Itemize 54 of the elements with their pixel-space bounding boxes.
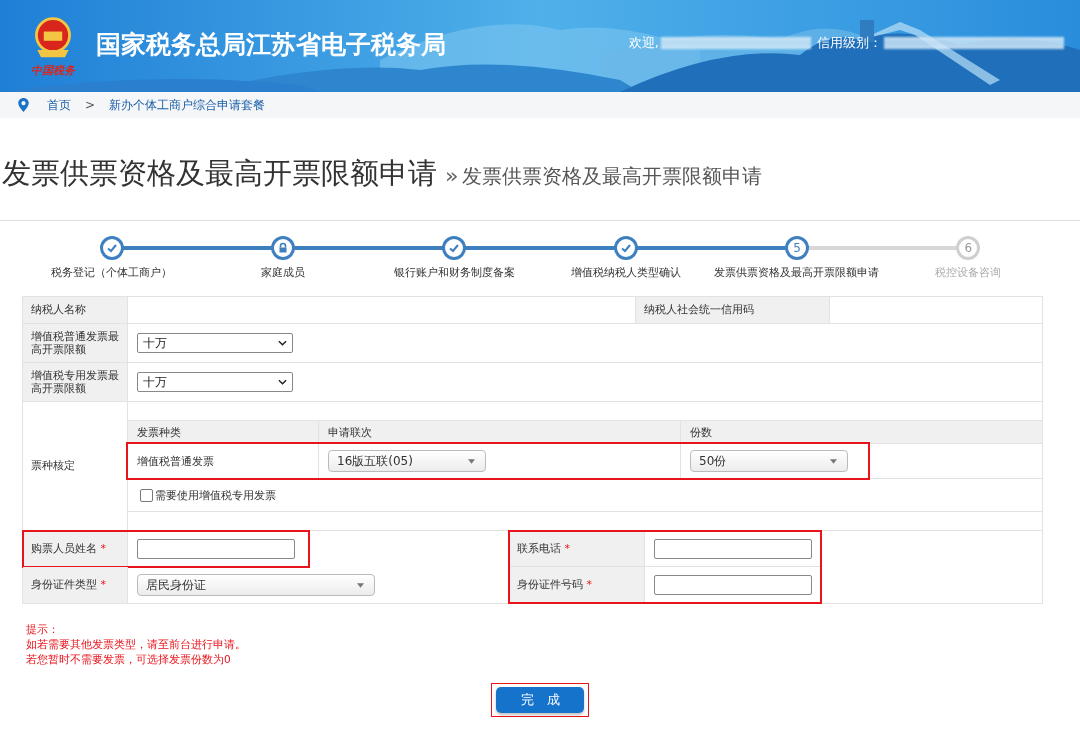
column-header: 发票种类	[137, 424, 181, 440]
column-header: 份数	[690, 424, 712, 440]
field-label: 身份证件类型 *	[31, 578, 106, 592]
chevron-icon	[278, 340, 287, 346]
step-label: 税务登记（个体工商户）	[51, 265, 173, 280]
step-label: 发票供票资格及最高开票限额申请	[714, 265, 880, 280]
hint-text: 如若需要其他发票类型，请至前台进行申请。	[26, 637, 247, 652]
logo-caption: 中国税务	[31, 62, 75, 78]
welcome-label: 欢迎,	[628, 34, 659, 52]
dropdown[interactable]: 16版五联(05)	[328, 450, 486, 472]
step-label: 税控设备咨询	[935, 265, 1002, 280]
field-label: 票种核定	[31, 459, 75, 473]
dropdown[interactable]: 50份	[690, 450, 848, 472]
page-subtitle: 发票供票资格及最高开票限额申请	[462, 163, 763, 190]
location-pin-icon	[18, 98, 29, 112]
step-label: 银行账户和财务制度备案	[393, 265, 515, 280]
column-header: 申请联次	[328, 424, 372, 440]
chevron-icon	[278, 379, 287, 385]
dropdown[interactable]: 十万	[137, 372, 293, 392]
caret-icon	[468, 458, 475, 464]
input-field[interactable]	[654, 575, 812, 595]
field-label: 增值税普通发票最高开票限额	[31, 329, 119, 357]
check-icon	[105, 242, 118, 254]
submit-button[interactable]: 完 成	[496, 687, 584, 713]
page-title: 发票供票资格及最高开票限额申请	[2, 155, 437, 192]
caret-icon	[357, 582, 364, 588]
title-arrow: »	[445, 163, 459, 188]
field-label: 购票人员姓名 *	[31, 541, 106, 556]
input-field[interactable]	[654, 538, 812, 559]
checkbox[interactable]: 需要使用增值税专用发票	[140, 487, 276, 503]
site-title: 国家税务总局江苏省电子税务局	[96, 28, 446, 61]
caret-icon	[830, 458, 837, 464]
breadcrumb-link[interactable]: 首页	[47, 96, 71, 114]
step-label: 家庭成员	[261, 265, 305, 280]
field-label: 身份证件号码 *	[517, 578, 592, 592]
check-icon	[448, 242, 461, 254]
hint-text: 若您暂时不需要发票，可选择发票份数为0	[26, 652, 232, 667]
credit-label: 信用级别：	[817, 34, 882, 52]
field-label: 联系电话 *	[517, 541, 570, 556]
step-marker: 5	[784, 236, 809, 260]
step-label: 增值税纳税人类型确认	[570, 265, 681, 280]
field-label: 纳税人社会统一信用码	[644, 303, 754, 317]
dropdown[interactable]: 居民身份证	[137, 574, 375, 596]
breadcrumb-link[interactable]: 新办个体工商户综合申请套餐	[109, 96, 266, 114]
dropdown[interactable]: 十万	[137, 333, 293, 353]
table-cell: 增值税普通发票	[137, 453, 214, 469]
step-marker: 6	[956, 236, 981, 260]
input-field[interactable]	[137, 538, 295, 559]
field-label: 增值税专用发票最高开票限额	[31, 368, 119, 396]
breadcrumb-separator: >	[85, 98, 96, 112]
field-label: 纳税人名称	[31, 303, 86, 317]
check-icon	[619, 242, 632, 254]
hint-text: 提示：	[26, 622, 60, 637]
lock-icon	[277, 242, 289, 254]
